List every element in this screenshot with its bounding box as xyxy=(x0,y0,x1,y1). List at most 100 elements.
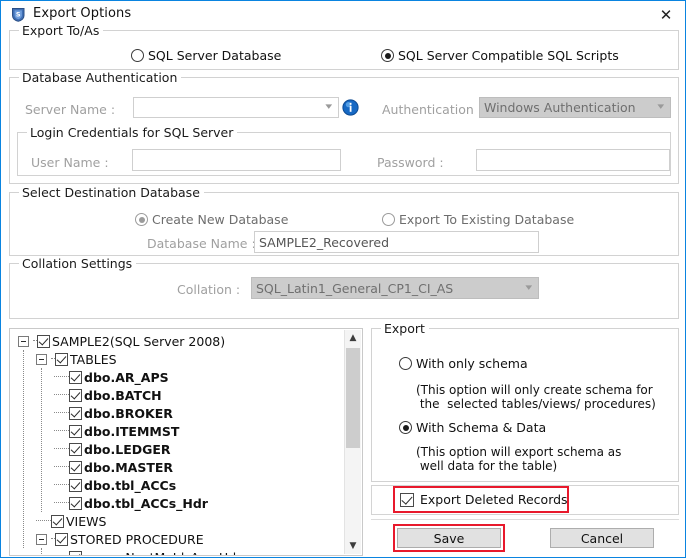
tree-item[interactable]: VIEWS xyxy=(10,512,344,530)
tree-collapse-icon[interactable] xyxy=(36,533,47,545)
tree-item[interactable]: dbo.AR_APS xyxy=(10,368,344,386)
tree-checkbox[interactable] xyxy=(69,406,82,420)
tree-item[interactable]: dbo.tbl_ACCs_Hdr xyxy=(10,494,344,512)
with-schema-and-data-help: (This option will export schema as well … xyxy=(416,445,622,473)
scrollbar-thumb[interactable] xyxy=(346,348,360,448)
tree-item[interactable]: dbo.MASTER xyxy=(10,458,344,476)
select-destination-database-legend: Select Destination Database xyxy=(19,185,204,200)
tree-checkbox[interactable] xyxy=(51,514,64,528)
radio-export-to-existing-database[interactable]: Export To Existing Database xyxy=(382,212,574,227)
tree-checkbox[interactable] xyxy=(69,550,82,555)
password-input[interactable] xyxy=(476,149,670,171)
object-tree[interactable]: SAMPLE2(SQL Server 2008) TABLES dbo.AR_APS… xyxy=(9,328,363,556)
tree-item[interactable]: TABLES xyxy=(10,350,344,368)
radio-indicator xyxy=(399,357,412,370)
tree-item-label: dbo.ITEMMST xyxy=(84,423,180,439)
close-icon[interactable]: ✕ xyxy=(654,5,678,25)
chevron-down-icon[interactable]: ▼ xyxy=(345,538,361,554)
tree-item[interactable]: sp_sg_NextMyId_Acc_Hdr xyxy=(10,548,344,555)
tree-item-label: TABLES xyxy=(70,351,117,367)
tree-guide-line xyxy=(23,350,25,548)
database-name-value: SAMPLE2_Recovered xyxy=(259,234,390,250)
tree-checkbox[interactable] xyxy=(69,388,82,402)
tree-rows: SAMPLE2(SQL Server 2008) TABLES dbo.AR_APS… xyxy=(10,332,344,555)
user-name-input[interactable] xyxy=(132,149,341,171)
radio-indicator xyxy=(131,49,144,62)
tree-connector xyxy=(54,394,69,396)
radio-with-only-schema[interactable]: With only schema xyxy=(399,356,528,371)
export-options-dialog: S Export Options ✕ Export To/As SQL Serv… xyxy=(0,0,686,558)
info-icon[interactable] xyxy=(342,99,359,116)
tree-checkbox[interactable] xyxy=(69,424,82,438)
save-button[interactable]: Save xyxy=(397,528,501,548)
chevron-down-icon: ▾ xyxy=(657,102,665,112)
radio-label: SQL Server Compatible SQL Scripts xyxy=(398,48,619,63)
export-deleted-records-label: Export Deleted Records xyxy=(420,492,568,507)
collation-select[interactable]: SQL_Latin1_General_CP1_CI_AS ▾ xyxy=(251,277,539,299)
tree-item[interactable]: STORED PROCEDURE xyxy=(10,530,344,548)
export-to-as-legend: Export To/As xyxy=(19,23,104,38)
tree-checkbox[interactable] xyxy=(37,334,50,348)
tree-item[interactable]: dbo.LEDGER xyxy=(10,440,344,458)
radio-indicator xyxy=(382,213,395,226)
checkbox-indicator xyxy=(400,492,414,507)
authentication-value: Windows Authentication xyxy=(484,100,636,115)
database-authentication-legend: Database Authentication xyxy=(19,70,182,85)
tree-checkbox[interactable] xyxy=(55,352,68,366)
tree-connector xyxy=(54,502,69,504)
cancel-button[interactable]: Cancel xyxy=(550,528,654,548)
radio-indicator xyxy=(399,421,412,434)
database-name-input[interactable]: SAMPLE2_Recovered xyxy=(254,231,539,253)
tree-checkbox[interactable] xyxy=(69,496,82,510)
radio-sql-server-compatible-scripts[interactable]: SQL Server Compatible SQL Scripts xyxy=(381,48,619,63)
tree-item-label: VIEWS xyxy=(66,513,107,529)
tree-item-label: dbo.tbl_ACCs xyxy=(84,477,177,493)
authentication-select[interactable]: Windows Authentication ▾ xyxy=(479,97,671,118)
tree-checkbox[interactable] xyxy=(55,532,68,546)
svg-text:S: S xyxy=(16,11,21,19)
tree-checkbox[interactable] xyxy=(69,442,82,456)
login-credentials-legend: Login Credentials for SQL Server xyxy=(27,125,238,140)
page-title: Export Options xyxy=(33,6,132,21)
database-name-label: Database Name : xyxy=(147,236,256,251)
tree-collapse-icon[interactable] xyxy=(36,353,47,365)
user-name-label: User Name : xyxy=(31,155,109,170)
server-name-input[interactable]: ▾ xyxy=(133,97,339,118)
tree-connector xyxy=(36,520,51,522)
server-name-label: Server Name : xyxy=(25,102,116,117)
radio-indicator xyxy=(135,213,148,226)
tree-item[interactable]: SAMPLE2(SQL Server 2008) xyxy=(10,332,344,350)
tree-item-label: dbo.BATCH xyxy=(84,387,162,403)
tree-item[interactable]: dbo.tbl_ACCs xyxy=(10,476,344,494)
tree-guide-line xyxy=(41,548,43,555)
tree-item-label: dbo.MASTER xyxy=(84,459,174,475)
tree-guide-line xyxy=(41,368,43,512)
tree-item[interactable]: dbo.BATCH xyxy=(10,386,344,404)
collation-label: Collation : xyxy=(177,282,241,297)
tree-item[interactable]: dbo.BROKER xyxy=(10,404,344,422)
tree-checkbox[interactable] xyxy=(69,478,82,492)
radio-create-new-database[interactable]: Create New Database xyxy=(135,212,288,227)
shield-app-icon: S xyxy=(10,6,27,23)
tree-connector xyxy=(54,448,69,450)
export-deleted-records-checkbox[interactable]: Export Deleted Records xyxy=(400,492,568,507)
tree-item-label: dbo.LEDGER xyxy=(84,441,171,457)
tree-item-label: dbo.AR_APS xyxy=(84,369,169,385)
tree-connector xyxy=(54,484,69,486)
tree-connector xyxy=(54,430,69,432)
tree-checkbox[interactable] xyxy=(69,460,82,474)
tree-connector xyxy=(54,412,69,414)
tree-scrollbar[interactable]: ▲ ▼ xyxy=(344,330,361,554)
radio-label: Export To Existing Database xyxy=(399,212,575,227)
radio-label: SQL Server Database xyxy=(148,48,282,63)
tree-collapse-icon[interactable] xyxy=(18,335,29,347)
tree-checkbox[interactable] xyxy=(69,370,82,384)
radio-sql-server-database[interactable]: SQL Server Database xyxy=(131,48,281,63)
radio-with-schema-and-data[interactable]: With Schema & Data xyxy=(399,420,546,435)
tree-item-label: dbo.tbl_ACCs_Hdr xyxy=(84,495,208,511)
chevron-up-icon[interactable]: ▲ xyxy=(345,330,361,346)
tree-item[interactable]: dbo.ITEMMST xyxy=(10,422,344,440)
password-label: Password : xyxy=(377,155,444,170)
title-bar: S Export Options ✕ xyxy=(2,2,685,28)
radio-label: With Schema & Data xyxy=(416,420,547,435)
